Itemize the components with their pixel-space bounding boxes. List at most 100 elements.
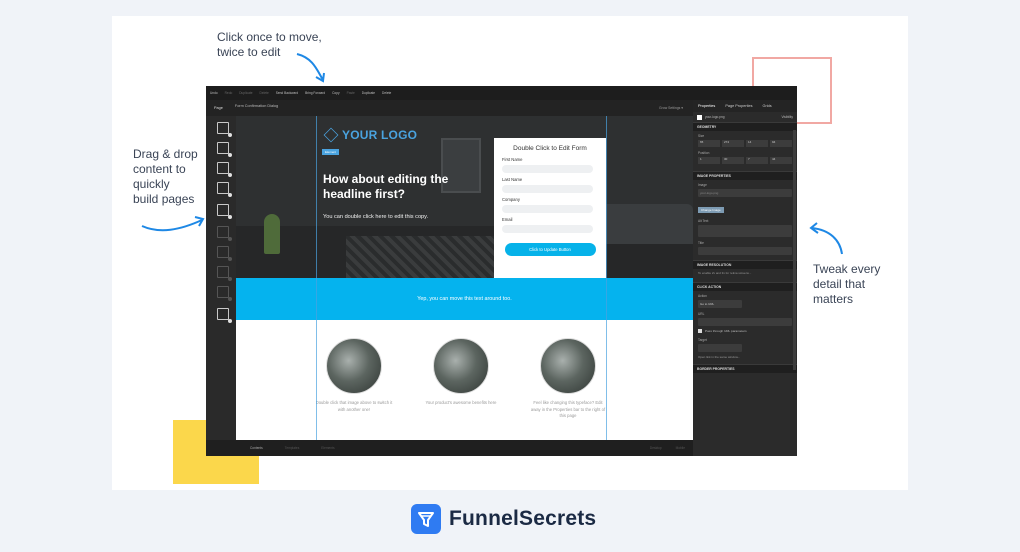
button-tool-icon[interactable]: [217, 226, 232, 241]
editor-canvas[interactable]: YOUR LOGO Element How about editing the …: [236, 116, 693, 440]
selected-element-badge: Element: [322, 149, 340, 155]
tab-contents[interactable]: Contents: [250, 446, 263, 450]
timer-tool-icon[interactable]: [217, 266, 232, 281]
border-properties-section[interactable]: BORDER PROPERTIES: [693, 364, 797, 373]
url-input[interactable]: [698, 317, 792, 326]
signup-form[interactable]: Double Click to Edit Form First Name Las…: [494, 138, 606, 278]
annotation-tweak: Tweak every detail that matters: [813, 262, 880, 307]
size-w-input[interactable]: 65: [698, 140, 720, 147]
position-3-input[interactable]: 7: [746, 157, 768, 164]
tab-elements[interactable]: Elements: [321, 446, 334, 450]
feature-text-1[interactable]: Double click that image above to switch …: [314, 400, 394, 413]
hero-section[interactable]: YOUR LOGO Element How about editing the …: [236, 116, 693, 278]
last-name-label: Last Name: [502, 177, 523, 182]
update-button[interactable]: Click to Update Button: [504, 243, 596, 256]
toolbar-duplicate[interactable]: Duplicate: [239, 91, 252, 95]
position-4-input[interactable]: 44: [770, 157, 792, 164]
section-tool-icon[interactable]: [217, 122, 232, 137]
toolbar-duplicate-2[interactable]: Duplicate: [362, 91, 375, 95]
title-input[interactable]: [698, 247, 792, 255]
file-name: your-logo.png: [705, 115, 725, 119]
first-name-input[interactable]: [502, 165, 593, 173]
image-tool-icon[interactable]: [217, 182, 232, 197]
feature-image-3[interactable]: [540, 338, 596, 394]
logo-image[interactable]: YOUR LOGO: [323, 127, 418, 143]
band-text[interactable]: Yep, you can move this text around too.: [417, 296, 512, 302]
feature-image-1[interactable]: [326, 338, 382, 394]
toolbar-copy[interactable]: Copy: [332, 91, 339, 95]
click-action-section[interactable]: CLICK ACTION: [693, 281, 797, 291]
target-label: Target: [698, 337, 707, 342]
last-name-input[interactable]: [502, 185, 593, 193]
tab-properties[interactable]: Properties: [693, 104, 720, 108]
hero-headline[interactable]: How about editing the headline first?: [323, 172, 463, 202]
alignment-guide: [606, 116, 607, 440]
geometry-section[interactable]: GEOMETRY: [693, 122, 797, 131]
size-h-input[interactable]: 274: [722, 140, 744, 147]
blue-text-band[interactable]: Yep, you can move this text around too.: [236, 278, 693, 320]
logo-text: YOUR LOGO: [342, 128, 418, 142]
target-select[interactable]: [698, 343, 742, 352]
panel-scrollbar[interactable]: [793, 130, 796, 370]
resolution-note: To enable 2x and 3x for retina screens..…: [698, 271, 752, 275]
alt-text-label: Alt Text: [698, 219, 709, 223]
form-title[interactable]: Double Click to Edit Form: [502, 145, 598, 152]
properties-panel: Properties Page Properties Grids your-lo…: [693, 100, 797, 456]
change-image-button[interactable]: Change Image: [698, 207, 724, 213]
toolbar-redo[interactable]: Redo: [225, 91, 233, 95]
html-tool-icon[interactable]: [217, 286, 232, 301]
feature-text-2[interactable]: Your product's awesome benefits here: [421, 400, 501, 407]
feature-image-2[interactable]: [433, 338, 489, 394]
arrow-tweak-icon: [809, 222, 843, 255]
first-name-label: First Name: [502, 157, 523, 162]
logo-icon: [323, 127, 339, 143]
company-input[interactable]: [502, 205, 593, 213]
toolbar-send-backward[interactable]: Send Backward: [276, 91, 298, 95]
tab-page-properties[interactable]: Page Properties: [720, 104, 757, 108]
action-select[interactable]: Go to URL: [698, 299, 742, 308]
pass-url-checkbox[interactable]: Pass through URL parameters: [693, 327, 797, 335]
box-tool-icon[interactable]: [217, 142, 232, 157]
annotation-line: Drag & drop: [133, 147, 198, 161]
annotation-drag-drop: Drag & drop content to quickly build pag…: [133, 147, 198, 207]
size-row: 65 274 14 94: [693, 139, 797, 148]
email-input[interactable]: [502, 225, 593, 233]
grow-settings-dropdown[interactable]: Grow Settings ▾: [659, 106, 683, 110]
toolbar-delete[interactable]: Delete: [260, 91, 269, 95]
tab-page[interactable]: Page: [206, 106, 231, 110]
annotation-line: content to: [133, 162, 186, 176]
image-resolution-section[interactable]: IMAGE RESOLUTION: [693, 260, 797, 269]
image-properties-section[interactable]: IMAGE PROPERTIES: [693, 171, 797, 180]
tab-grids[interactable]: Grids: [758, 104, 777, 108]
image-input[interactable]: your-logo.png: [698, 189, 792, 197]
alt-text-input[interactable]: [698, 225, 792, 237]
visibility-toggle[interactable]: Visibility: [782, 115, 793, 119]
element-toolbar: [206, 116, 236, 440]
selected-file-row: your-logo.png Visibility: [693, 112, 797, 122]
toolbar-bring-forward[interactable]: Bring Forward: [305, 91, 325, 95]
feature-text-3[interactable]: Feel like changing this typeface? Edit a…: [528, 400, 608, 420]
brand-name: FunnelSecrets: [449, 507, 597, 530]
desktop-view-button[interactable]: Desktop: [650, 446, 662, 450]
text-tool-icon[interactable]: [217, 162, 232, 177]
position-2-input[interactable]: 30: [722, 157, 744, 164]
toolbar-paste[interactable]: Paste: [347, 91, 355, 95]
file-icon: [697, 114, 702, 120]
size-y-input[interactable]: 94: [770, 140, 792, 147]
toolbar-undo[interactable]: Undo: [210, 91, 218, 95]
video-tool-icon[interactable]: [217, 204, 232, 219]
size-x-input[interactable]: 14: [746, 140, 768, 147]
checkbox-icon[interactable]: [698, 328, 702, 333]
toolbar-delete-2[interactable]: Delete: [382, 91, 391, 95]
mobile-view-button[interactable]: Mobile: [676, 446, 685, 450]
position-1-input[interactable]: 1: [698, 157, 720, 164]
hero-subcopy[interactable]: You can double click here to edit this c…: [323, 213, 453, 221]
brand-logo: FunnelSecrets: [411, 504, 596, 534]
tab-templates[interactable]: Templates: [285, 446, 300, 450]
image-label: Image: [698, 183, 707, 187]
page-title: Form Confirmation Dialog: [234, 103, 279, 108]
position-label: Position: [698, 151, 710, 155]
widget-tool-icon[interactable]: [217, 308, 232, 323]
form-tool-icon[interactable]: [217, 246, 232, 261]
title-label: Title: [698, 241, 704, 245]
